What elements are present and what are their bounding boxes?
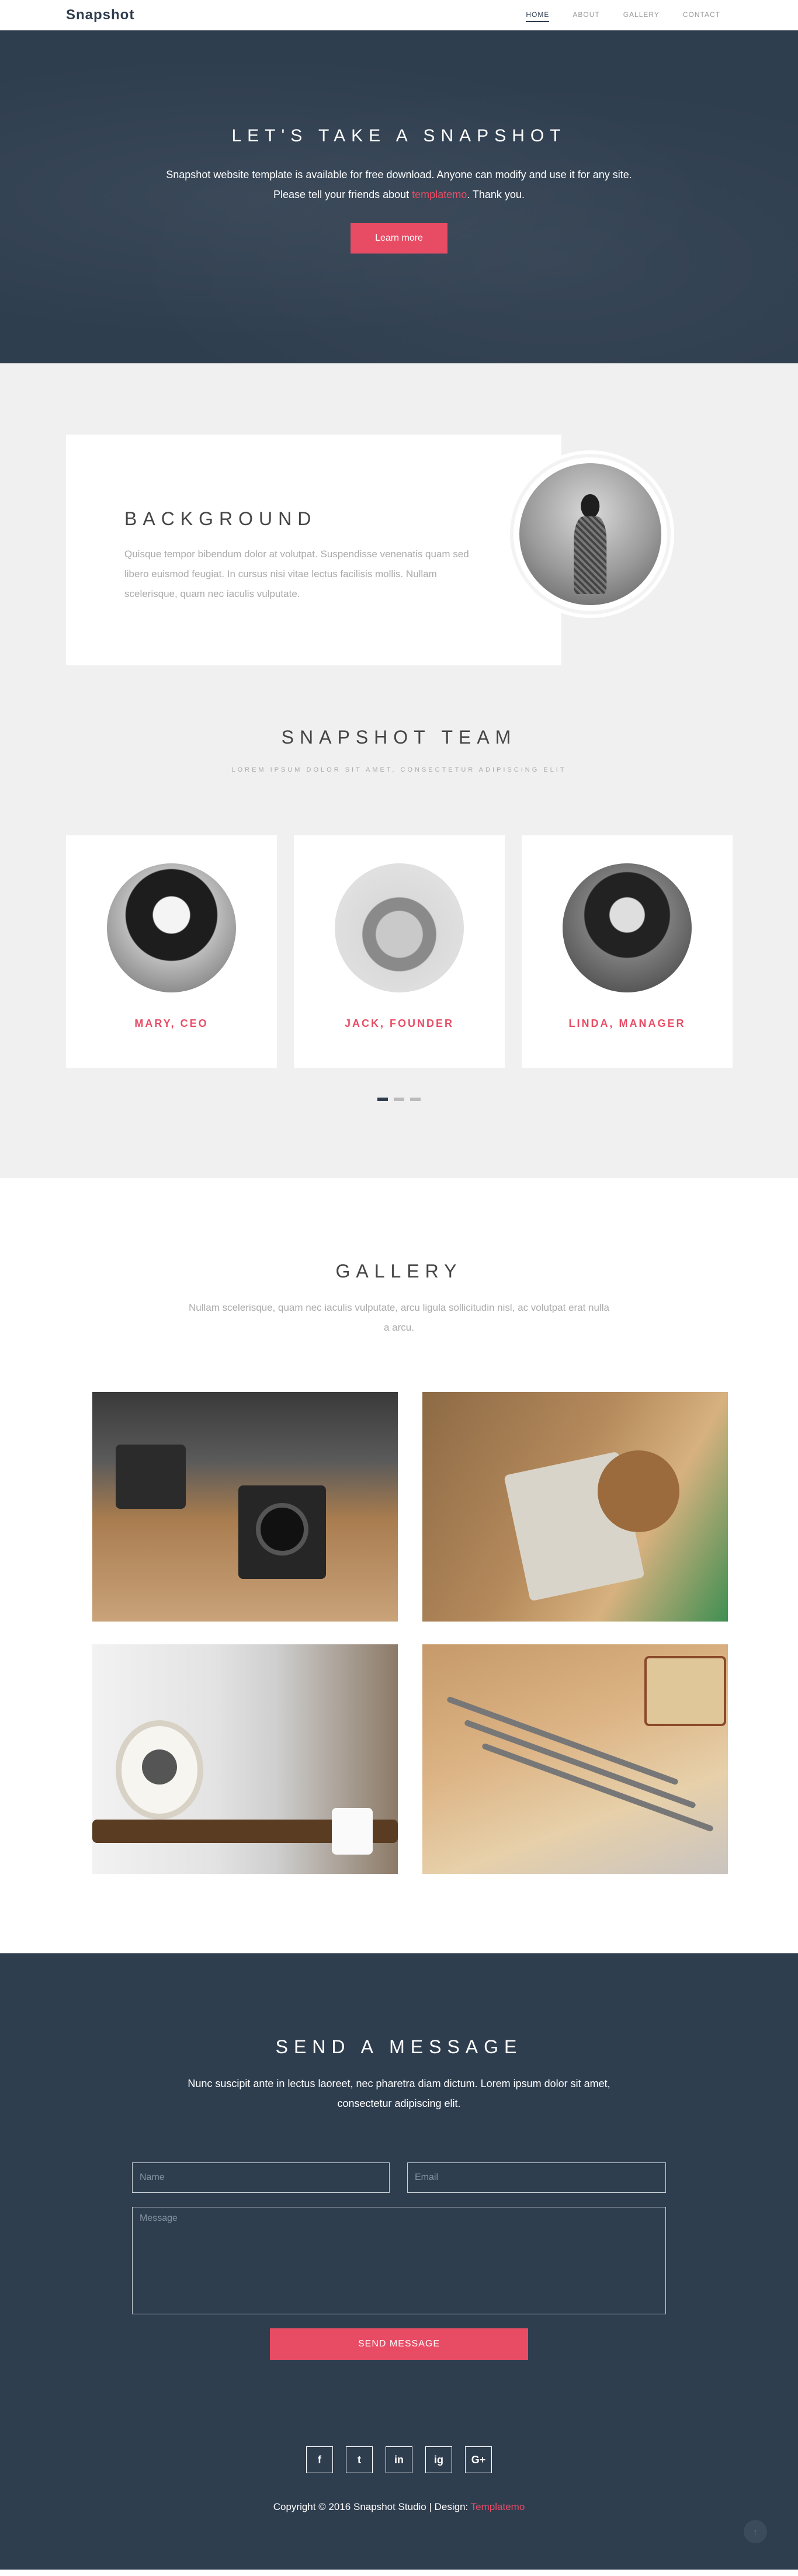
avatar — [563, 863, 692, 992]
carousel-dot[interactable] — [410, 1098, 421, 1101]
hero-section: LET'S TAKE A SNAPSHOT Snapshot website t… — [0, 30, 798, 363]
facebook-icon[interactable]: f — [306, 2446, 333, 2473]
templatemo-link[interactable]: templatemo — [412, 189, 467, 200]
copyright: Copyright © 2016 Snapshot Studio | Desig… — [273, 2501, 525, 2512]
google-plus-icon[interactable]: G+ — [465, 2446, 492, 2473]
scroll-top-icon[interactable]: ↑ — [744, 2520, 767, 2543]
name-input[interactable] — [132, 2162, 390, 2193]
carousel-dots — [0, 1098, 798, 1101]
team-member-name: MARY, CEO — [134, 1018, 209, 1029]
twitter-icon[interactable]: t — [346, 2446, 373, 2473]
contact-text: Nunc suscipit ante in lectus laoreet, ne… — [188, 2078, 610, 2109]
linkedin-icon[interactable]: in — [386, 2446, 412, 2473]
gallery-title: GALLERY — [335, 1261, 463, 1282]
send-message-button[interactable]: SEND MESSAGE — [270, 2328, 528, 2360]
team-title: SNAPSHOT TEAM — [281, 727, 517, 748]
navbar: Snapshot HOME ABOUT GALLERY CONTACT — [0, 0, 798, 30]
nav-item-contact[interactable]: CONTACT — [671, 0, 732, 30]
design-link[interactable]: Templatemo — [471, 2501, 525, 2512]
team-subtitle: LOREM IPSUM DOLOR SIT AMET, CONSECTETUR … — [231, 766, 567, 773]
nav-item-about[interactable]: ABOUT — [561, 0, 611, 30]
background-text: Quisque tempor bibendum dolor at volutpa… — [124, 548, 469, 599]
avatar — [107, 863, 236, 992]
gallery-image-cameras[interactable] — [92, 1392, 398, 1622]
hero-text: Snapshot website template is available f… — [166, 169, 632, 200]
message-textarea[interactable] — [132, 2207, 666, 2314]
gallery-text: Nullam scelerisque, quam nec iaculis vul… — [188, 1302, 610, 1333]
team-card-jack: JACK, FOUNDER — [294, 835, 505, 1068]
background-card: BACKGROUND Quisque tempor bibendum dolor… — [66, 435, 561, 665]
team-card-mary: MARY, CEO — [66, 835, 277, 1068]
background-title: BACKGROUND — [124, 508, 317, 529]
team-card-linda: LINDA, MANAGER — [522, 835, 733, 1068]
carousel-dot[interactable] — [394, 1098, 404, 1101]
brand-logo[interactable]: Snapshot — [66, 7, 134, 23]
avatar — [335, 863, 464, 992]
learn-more-button[interactable]: Learn more — [351, 223, 447, 254]
gallery-image-speaker[interactable] — [92, 1644, 398, 1874]
nav-item-home[interactable]: HOME — [514, 0, 561, 30]
nav-menu: HOME ABOUT GALLERY CONTACT — [514, 0, 732, 30]
social-links: f t in ig G+ — [0, 2446, 798, 2473]
instagram-icon[interactable]: ig — [425, 2446, 452, 2473]
team-member-name: LINDA, MANAGER — [568, 1018, 686, 1029]
about-team-section: BACKGROUND Quisque tempor bibendum dolor… — [0, 363, 798, 1178]
background-photo — [510, 454, 671, 615]
gallery-image-desk[interactable] — [422, 1392, 728, 1622]
team-member-name: JACK, FOUNDER — [344, 1018, 454, 1029]
contact-title: SEND A MESSAGE — [275, 2036, 523, 2057]
hero-title: LET'S TAKE A SNAPSHOT — [231, 126, 567, 145]
email-input[interactable] — [407, 2162, 666, 2193]
carousel-dot[interactable] — [377, 1098, 388, 1101]
contact-section: SEND A MESSAGE Nunc suscipit ante in lec… — [0, 1953, 798, 2570]
gallery-image-pencils[interactable] — [422, 1644, 728, 1874]
nav-item-gallery[interactable]: GALLERY — [612, 0, 671, 30]
